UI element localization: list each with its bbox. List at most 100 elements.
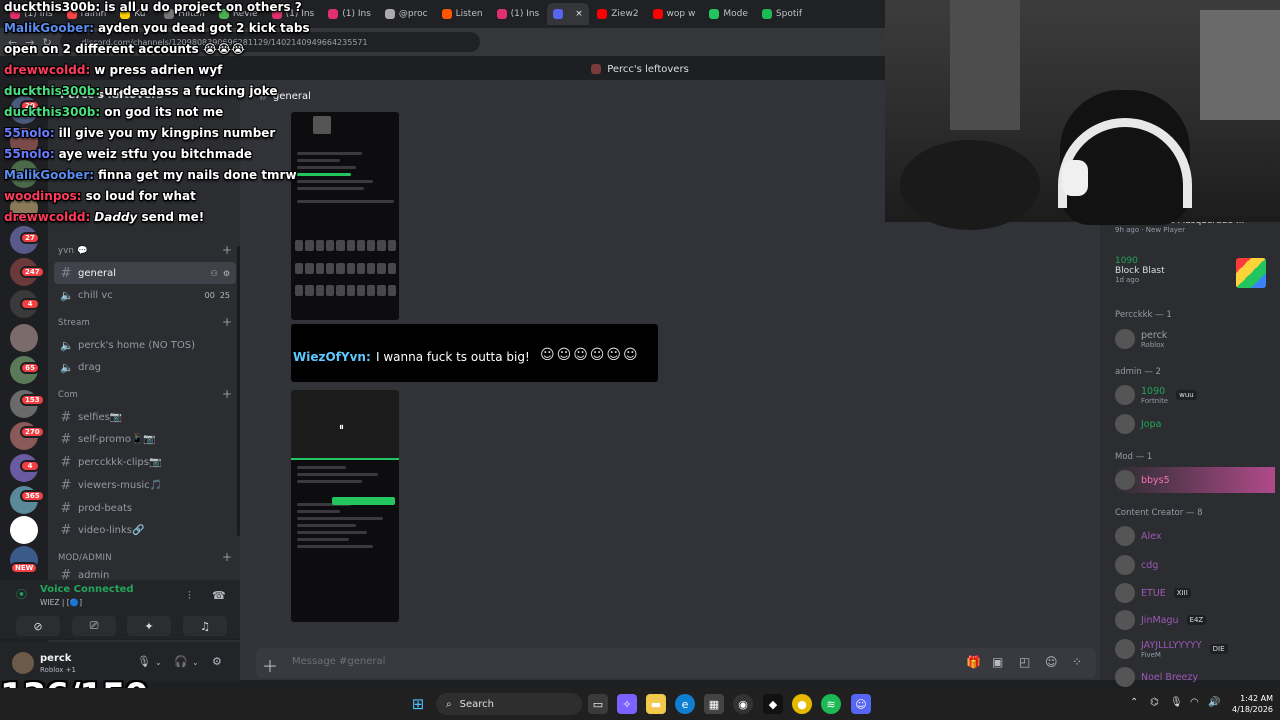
composer-placeholder[interactable]: Message #general	[292, 656, 385, 667]
voice-connected-title[interactable]: Voice Connected	[40, 584, 134, 595]
channel-item-self-promo-[interactable]: # self-promo📱📷	[54, 428, 236, 450]
member-row[interactable]: cdg	[1115, 552, 1275, 578]
taskbar-search[interactable]: ⌕ Search	[436, 693, 582, 715]
keyboard-key-image	[367, 262, 376, 274]
hash-icon: #	[60, 454, 72, 470]
channel-category[interactable]: yvn 💬	[58, 246, 88, 256]
channel-item-video-links-[interactable]: # video-links🔗	[54, 519, 236, 541]
apps-icon[interactable]: ⁘	[1072, 655, 1082, 669]
headphones-icon[interactable]: 🎧	[174, 655, 188, 668]
member-name: Jopa	[1141, 418, 1162, 430]
webcam-window	[1200, 10, 1280, 120]
noise-suppression-icon[interactable]: ⫶	[188, 589, 191, 603]
add-channel-icon[interactable]: +	[222, 315, 232, 329]
browser-tab-label: (1) Ins	[342, 9, 371, 19]
close-icon[interactable]: ×	[575, 9, 583, 19]
user-name[interactable]: perck	[40, 653, 71, 664]
member-row[interactable]: ETUE XIII	[1115, 580, 1275, 606]
channel-item-chill-vc[interactable]: 🔈 chill vc 00 25	[54, 284, 236, 306]
copilot-icon[interactable]: ✧	[617, 694, 637, 714]
store-icon[interactable]: ▦	[704, 694, 724, 714]
browser-tab[interactable]: Listen	[436, 3, 489, 25]
member-status: Fortnite	[1141, 396, 1169, 405]
channel-item-general[interactable]: # general ⚇ ⚙	[54, 262, 236, 284]
browser-tab[interactable]: ×	[547, 3, 590, 25]
browser-tab[interactable]: Spotif	[756, 3, 808, 25]
member-row[interactable]: JinMagu E4Z	[1115, 607, 1275, 633]
member-group-label: Content Creator — 8	[1115, 508, 1203, 518]
browser-tab[interactable]: wop w	[647, 3, 702, 25]
channel-label: drag	[78, 361, 101, 373]
channel-item-selfies-[interactable]: # selfies📷	[54, 406, 236, 428]
unread-badge: 270	[20, 426, 45, 438]
add-channel-icon[interactable]: +	[222, 550, 232, 564]
video-off-button[interactable]: ⊘	[16, 616, 60, 636]
discord-icon[interactable]: ☺	[851, 694, 871, 714]
volume-icon[interactable]: 🔊	[1208, 697, 1220, 708]
obs-icon[interactable]: ◉	[733, 694, 753, 714]
add-user-icon[interactable]: ⚇	[211, 269, 218, 278]
member-row[interactable]: JAYJLLLYYYYY FiveM DIE	[1115, 636, 1275, 662]
gear-icon[interactable]: ⚙	[212, 655, 222, 668]
system-clock[interactable]: 1:42 AM 4/18/2026	[1232, 693, 1273, 715]
browser-tab[interactable]: (1) Ins	[491, 3, 546, 25]
keyboard-key-image	[356, 285, 366, 297]
spotify-icon[interactable]: ≋	[821, 694, 841, 714]
gear-icon[interactable]: ⚙	[223, 269, 230, 278]
member-row[interactable]: bbys5	[1115, 467, 1275, 493]
server-icon[interactable]	[10, 516, 38, 544]
add-attachment-icon[interactable]: ＋	[262, 653, 278, 677]
avatar	[1115, 667, 1135, 687]
task-view-icon[interactable]: ▭	[588, 694, 608, 714]
keyboard-key-image	[356, 262, 366, 274]
windows-start-icon[interactable]: ⊞	[408, 694, 428, 714]
add-channel-icon[interactable]: +	[222, 387, 232, 401]
disconnect-icon[interactable]: ☎	[212, 589, 226, 602]
browser-tab[interactable]: Mode	[703, 3, 754, 25]
avatar[interactable]	[12, 652, 34, 674]
stream-chat-text: is all u do project on others ?	[104, 0, 302, 14]
channel-item-viewers-music-[interactable]: # viewers-music🎵	[54, 474, 236, 496]
sticker-icon[interactable]: ◰	[1019, 655, 1030, 669]
file-explorer-icon[interactable]: ▬	[646, 694, 666, 714]
microphone-icon[interactable]: 🎙	[1170, 697, 1183, 708]
wifi-icon[interactable]: ◠	[1190, 697, 1199, 708]
edge-icon[interactable]: e	[675, 694, 695, 714]
channel-item-drag[interactable]: 🔈 drag	[54, 356, 236, 378]
capcut-icon[interactable]: ◆	[763, 694, 783, 714]
channel-category[interactable]: Stream	[58, 318, 90, 328]
browser-tab[interactable]: Ziew2	[591, 3, 644, 25]
stream-chat-message: duckthis300b: on god its not me	[4, 105, 223, 119]
chrome-icon[interactable]: ●	[792, 694, 812, 714]
gif-icon[interactable]: ▣	[992, 655, 1003, 669]
microphone-icon[interactable]: 🎙	[137, 655, 151, 668]
member-row[interactable]: Jopa	[1115, 411, 1275, 437]
channel-item-percckkk-clips-[interactable]: # percckkk-clips📷	[54, 451, 236, 473]
chevron-down-icon[interactable]: ⌄	[192, 658, 199, 667]
member-row[interactable]: 1090 Fortnite wuu	[1115, 382, 1275, 408]
keyboard-key-image	[305, 240, 314, 251]
member-activity[interactable]: 1090 Block Blast 1d ago	[1115, 256, 1165, 284]
browser-tab[interactable]: @proc	[379, 3, 434, 25]
network-icon[interactable]: ⌬	[1150, 697, 1159, 708]
taskbar-search-label: Search	[459, 698, 494, 710]
member-row[interactable]: Noel Breezy	[1115, 664, 1275, 690]
member-info: Alex	[1141, 531, 1161, 542]
channel-item-prod-beats[interactable]: # prod-beats	[54, 497, 236, 519]
member-row[interactable]: perck Roblox	[1115, 326, 1275, 352]
channel-category[interactable]: MOD/ADMIN	[58, 553, 112, 563]
channel-item-perck-s-home-no-tos-[interactable]: 🔈 perck's home (NO TOS)	[54, 334, 236, 356]
chevron-up-icon[interactable]: ⌃	[1130, 697, 1138, 708]
member-row[interactable]: Alex	[1115, 523, 1275, 549]
attachment-screenshot[interactable]: ⏸	[291, 390, 399, 622]
emoji-icon[interactable]: ☺	[1045, 655, 1058, 669]
browser-tab[interactable]: (1) Ins	[322, 3, 377, 25]
channel-category[interactable]: Com	[58, 390, 78, 400]
activities-button[interactable]: ✦	[127, 616, 171, 636]
gift-icon[interactable]: 🎁	[966, 655, 981, 669]
chevron-down-icon[interactable]: ⌄	[155, 658, 162, 667]
add-channel-icon[interactable]: +	[222, 243, 232, 257]
server-icon[interactable]	[10, 324, 38, 352]
screen-share-button[interactable]: ⎚	[72, 616, 116, 636]
soundboard-button[interactable]: ♫	[183, 616, 227, 636]
